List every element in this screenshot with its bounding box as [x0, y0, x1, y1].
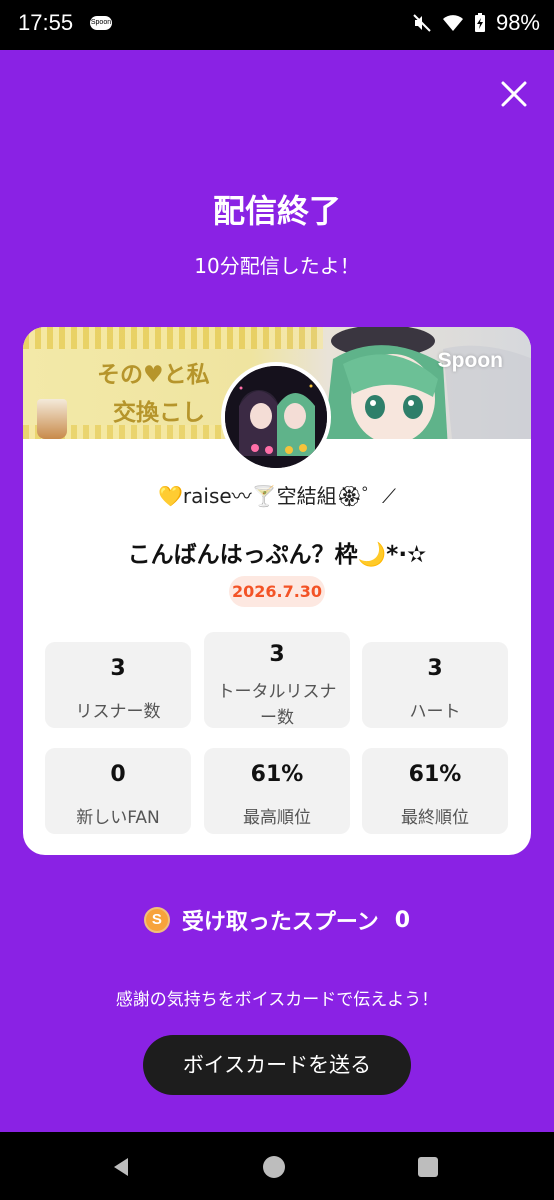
avatar-image	[225, 366, 327, 468]
stat-value: 61%	[250, 762, 304, 787]
stream-title: こんばんはっぷん？枠🌙*·✫	[127, 542, 427, 568]
system-navigation-bar	[0, 1132, 554, 1200]
spoons-received: S 受け取ったスプーン 0	[0, 904, 554, 936]
stat-label: リスナー数	[75, 702, 161, 722]
cover-text-line1: その♥と私	[97, 362, 210, 388]
stat-label: 最高順位	[243, 808, 311, 828]
stat-total-listeners: 3 トータルリスナー数	[204, 632, 350, 728]
broadcast-summary-card: その♥と私 交換こし Spoon 💛raise〰🍸空結組🏵゜⟋ こんばんはっぷん…	[23, 327, 531, 855]
date-badge: 2026.7.30	[229, 576, 325, 607]
close-button[interactable]	[498, 78, 530, 110]
stat-value: 61%	[408, 762, 462, 787]
stat-label: ハート	[409, 702, 461, 722]
stat-value: 3	[110, 656, 126, 681]
lace-decoration	[23, 327, 323, 349]
spoon-coin-icon: S	[143, 907, 170, 933]
stat-value: 3	[427, 656, 443, 681]
spoon-notification-icon: Spoon	[90, 16, 112, 30]
stat-new-fans: 0 新しいFAN	[45, 748, 191, 834]
back-icon[interactable]	[110, 1156, 132, 1178]
close-icon[interactable]	[498, 78, 530, 110]
username: 💛raise〰🍸空結組🏵゜⟋	[158, 484, 396, 508]
home-icon[interactable]	[263, 1156, 285, 1178]
drink-cup-illustration	[37, 399, 67, 439]
mute-icon	[413, 14, 431, 32]
wifi-icon	[442, 15, 463, 31]
send-voice-card-button[interactable]: ボイスカードを送る	[143, 1035, 411, 1095]
avatar[interactable]	[221, 362, 331, 472]
thanks-message: 感謝の気持ちをボイスカードで伝えよう！	[115, 990, 439, 1010]
stat-label: 最終順位	[401, 808, 469, 828]
spoons-count: 0	[394, 907, 411, 933]
battery-icon	[474, 13, 485, 32]
stat-hearts: 3 ハート	[362, 642, 508, 728]
stat-highest-rank: 61% 最高順位	[204, 748, 350, 834]
stat-value: 0	[110, 762, 126, 787]
stat-value: 3	[269, 642, 285, 667]
avatar-illustration	[225, 366, 327, 468]
stat-label: 新しいFAN	[76, 808, 160, 828]
stat-final-rank: 61% 最終順位	[362, 748, 508, 834]
duration-subtitle: 10分配信したよ！	[194, 254, 360, 278]
battery-level: 98%	[495, 10, 540, 35]
status-bar: 17:55 Spoon 98%	[0, 0, 554, 50]
stat-listeners: 3 リスナー数	[45, 642, 191, 728]
status-time: 17:55	[18, 10, 74, 35]
status-icons: 98%	[412, 10, 540, 36]
spoon-logo: Spoon	[437, 349, 503, 372]
spoons-label: 受け取ったスプーン	[181, 910, 379, 935]
page-title: 配信終了	[212, 192, 341, 230]
stat-label: トータルリスナー数	[217, 682, 337, 728]
anime-girl-illustration	[324, 327, 531, 439]
cover-text-line2: 交換こし	[113, 400, 205, 426]
recent-apps-icon[interactable]	[418, 1157, 438, 1177]
